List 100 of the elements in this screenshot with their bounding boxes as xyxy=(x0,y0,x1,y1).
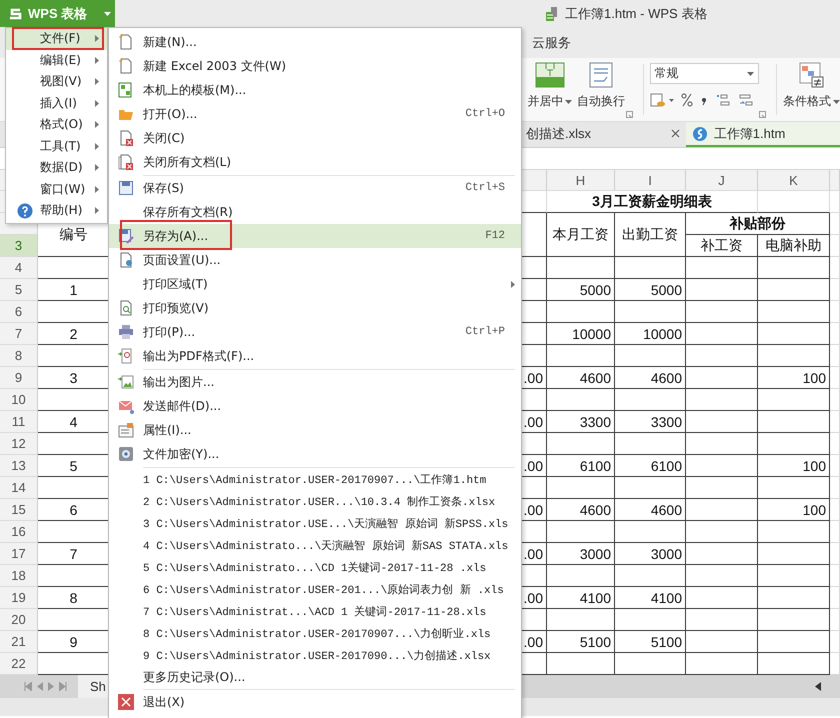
row-number[interactable]: 13 xyxy=(0,455,38,477)
recent-file-item[interactable]: 7 C:\Users\Administrat...\ACD 1 关键词-2017-11-28.xls xyxy=(109,600,521,622)
recent-file-item[interactable]: 6 C:\Users\Administrator.USER-201...\原始词表力创 新 .xls xyxy=(109,578,521,600)
menu-item[interactable]: 关闭所有文档(L) xyxy=(109,150,521,174)
menu-item[interactable]: 编辑(E) xyxy=(6,50,107,71)
table-cell xyxy=(758,543,830,565)
menu-item[interactable]: 打印(P)... Ctrl+P xyxy=(109,320,521,344)
row-number[interactable]: 12 xyxy=(0,433,38,455)
row-number[interactable]: 11 xyxy=(0,411,38,433)
column-header[interactable]: I xyxy=(615,170,686,191)
row-number[interactable]: 20 xyxy=(0,609,38,631)
menu-tab[interactable]: 云服务 xyxy=(528,32,575,54)
menu-item[interactable]: 页面设置(U)... xyxy=(109,248,521,272)
wrap-text-icon xyxy=(588,62,613,88)
menu-item[interactable]: 新建(N)... xyxy=(109,30,521,54)
printer-icon xyxy=(118,324,134,340)
table-cell xyxy=(686,433,758,455)
menu-item[interactable]: 保存所有文档(R) xyxy=(109,200,521,224)
grid-cell xyxy=(830,191,840,213)
menu-item[interactable]: 新建 Excel 2003 文件(W) xyxy=(109,54,521,78)
menu-item[interactable]: 保存(S) Ctrl+S xyxy=(109,176,521,200)
row-number[interactable]: 19 xyxy=(0,587,38,609)
menu-item[interactable]: 打印预览(V) xyxy=(109,296,521,320)
table-cell xyxy=(615,433,686,455)
menu-item[interactable]: 格式(O) xyxy=(6,114,107,136)
row-number[interactable]: 14 xyxy=(0,477,38,499)
menu-item[interactable]: 另存为(A)... F12 xyxy=(109,224,521,248)
merge-center-button[interactable]: 并居中 xyxy=(524,58,576,121)
menu-item[interactable]: 插入(I) xyxy=(6,92,107,114)
table-cell: .00 xyxy=(520,499,547,521)
menu-item[interactable]: 数据(D) xyxy=(6,157,107,178)
recent-file-item[interactable]: 8 C:\Users\Administrator.USER-20170907...\力创昕业.xls xyxy=(109,622,521,644)
row-number[interactable]: 5 xyxy=(0,279,38,301)
menu-item[interactable]: 打开(O)... Ctrl+O xyxy=(109,102,521,126)
menu-item[interactable]: 工具(T) xyxy=(6,136,107,157)
row-number[interactable]: 10 xyxy=(0,389,38,411)
row-number[interactable]: 15 xyxy=(0,499,38,521)
menu-item[interactable]: 发送邮件(D)... xyxy=(109,394,521,418)
document-tab[interactable]: 创描述.xlsx xyxy=(520,122,686,147)
row-number[interactable]: 8 xyxy=(0,345,38,367)
row-number[interactable]: 4 xyxy=(0,257,38,279)
table-cell xyxy=(686,521,758,543)
column-header[interactable]: J xyxy=(686,170,758,191)
menu-item[interactable]: 窗口(W) xyxy=(6,178,107,200)
last-sheet-icon xyxy=(59,682,67,691)
table-cell: 5100 xyxy=(547,631,615,653)
row-number[interactable]: 3 xyxy=(0,235,38,257)
new-document-icon xyxy=(118,58,134,74)
row-number[interactable]: 9 xyxy=(0,367,38,389)
scroll-left-icon xyxy=(815,682,821,691)
row-number[interactable]: 21 xyxy=(0,631,38,653)
recent-file-item[interactable]: 9 C:\Users\Administrator.USER-2017090...\力创描述.xlsx xyxy=(109,644,521,666)
recent-file-item[interactable]: 5 C:\Users\Administrato...\CD 1关键词-2017-11-28 .xls xyxy=(109,556,521,578)
column-header[interactable] xyxy=(830,170,840,191)
wps-logo-icon xyxy=(692,126,708,142)
table-cell xyxy=(547,609,615,631)
recent-file-item[interactable]: 4 C:\Users\Administrato...\天演融智 原始词 新SAS STATA.xls xyxy=(109,534,521,556)
menu-item[interactable]: 输出为图片... xyxy=(109,370,521,394)
encryption-icon xyxy=(118,446,134,462)
menu-item[interactable]: 文件加密(Y)... xyxy=(109,442,521,466)
menu-item[interactable]: 本机上的模板(M)... xyxy=(109,78,521,102)
menu-item[interactable]: 关闭(C) xyxy=(109,126,521,150)
table-cell xyxy=(547,345,615,367)
table-cell: 6100 xyxy=(615,455,686,477)
recent-file-item[interactable]: 3 C:\Users\Administrator.USE...\天演融智 原始词 新SPSS.xls xyxy=(109,512,521,534)
row-number[interactable]: 18 xyxy=(0,565,38,587)
column-header[interactable]: H xyxy=(547,170,615,191)
table-cell xyxy=(758,301,830,323)
recent-file-item[interactable]: 2 C:\Users\Administrator.USER...\10.3.4 制作工资条.xlsx xyxy=(109,490,521,512)
grid-cell xyxy=(830,499,840,521)
conditional-format-button[interactable]: 条件格式 xyxy=(782,58,840,121)
logo-icon xyxy=(8,6,22,20)
envelope-icon xyxy=(118,398,134,414)
wrap-text-button[interactable]: 自动换行 xyxy=(576,58,626,121)
table-cell xyxy=(615,389,686,411)
row-number[interactable]: 7 xyxy=(0,323,38,345)
menu-item[interactable]: 属性(I)... xyxy=(109,418,521,442)
table-cell: 本月工资 xyxy=(547,213,615,257)
column-header[interactable]: K xyxy=(758,170,830,191)
menu-item[interactable]: 打印区域(T) xyxy=(109,272,521,296)
table-cell xyxy=(686,411,758,433)
table-cell xyxy=(686,565,758,587)
row-number[interactable]: 17 xyxy=(0,543,38,565)
column-header[interactable] xyxy=(520,170,547,191)
row-number[interactable]: 22 xyxy=(0,653,38,675)
table-cell xyxy=(547,257,615,279)
table-cell xyxy=(758,257,830,279)
grid-cell xyxy=(830,455,840,477)
number-format-select[interactable]: 常规 xyxy=(650,63,759,84)
document-tab[interactable]: 工作簿1.htm xyxy=(686,122,840,147)
table-cell: 4600 xyxy=(547,499,615,521)
menu-item[interactable]: 输出为PDF格式(F)... xyxy=(109,344,521,368)
table-cell xyxy=(758,411,830,433)
shortcut-label: Ctrl+O xyxy=(465,108,505,120)
recent-file-item[interactable]: 1 C:\Users\Administrator.USER-20170907...\工作簿1.htm xyxy=(109,468,521,490)
grid-cell xyxy=(830,587,840,609)
row-number[interactable]: 16 xyxy=(0,521,38,543)
menu-item[interactable]: 视图(V) xyxy=(6,71,107,92)
grid-cell xyxy=(830,301,840,323)
row-number[interactable]: 6 xyxy=(0,301,38,323)
